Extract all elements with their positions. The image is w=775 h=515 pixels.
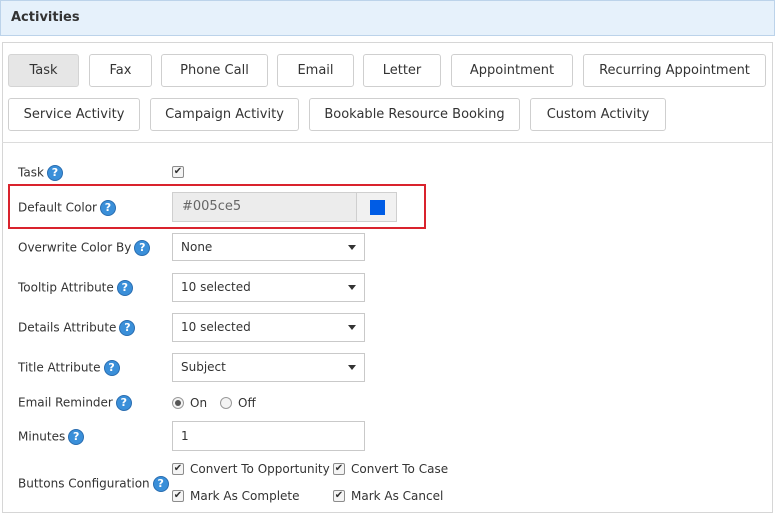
title-attribute-select[interactable]: Subject xyxy=(172,353,365,382)
tab-letter[interactable]: Letter xyxy=(363,54,441,87)
task-checkbox[interactable]: ✔ xyxy=(172,166,184,178)
minutes-input[interactable]: 1 xyxy=(172,421,365,451)
chevron-down-icon xyxy=(348,245,356,250)
tab-campaign-activity[interactable]: Campaign Activity xyxy=(150,98,299,131)
convert-to-opportunity-label: Convert To Opportunity xyxy=(190,462,330,476)
task-label: Task? xyxy=(18,165,63,181)
tab-service-activity[interactable]: Service Activity xyxy=(8,98,140,131)
page-title: Activities xyxy=(11,10,80,25)
help-icon[interactable]: ? xyxy=(116,280,133,296)
details-attribute-select[interactable]: 10 selected xyxy=(172,313,365,342)
color-picker-button[interactable] xyxy=(356,192,397,222)
email-reminder-on-radio[interactable] xyxy=(172,397,184,409)
convert-to-opportunity-checkbox[interactable]: ✔ xyxy=(172,463,184,475)
buttons-configuration-label: Buttons Configuration? xyxy=(18,476,169,492)
mark-as-complete-label: Mark As Complete xyxy=(190,489,300,503)
chevron-down-icon xyxy=(348,325,356,330)
tooltip-attribute-select[interactable]: 10 selected xyxy=(172,273,365,302)
tab-phone-call[interactable]: Phone Call xyxy=(161,54,268,87)
email-reminder-off-radio[interactable] xyxy=(220,397,232,409)
chevron-down-icon xyxy=(348,285,356,290)
tab-custom-activity[interactable]: Custom Activity xyxy=(530,98,666,131)
minutes-label: Minutes? xyxy=(18,429,85,445)
tab-fax[interactable]: Fax xyxy=(89,54,152,87)
details-attribute-label: Details Attribute? xyxy=(18,320,136,336)
overwrite-color-select[interactable]: None xyxy=(172,233,365,261)
help-icon[interactable]: ? xyxy=(119,320,136,336)
help-icon[interactable]: ? xyxy=(46,165,63,181)
tab-task[interactable]: Task xyxy=(8,54,79,87)
default-color-input[interactable]: #005ce5 xyxy=(172,192,357,222)
activities-header: Activities xyxy=(0,0,775,36)
mark-as-complete-checkbox[interactable]: ✔ xyxy=(172,490,184,502)
default-color-label: Default Color? xyxy=(18,200,116,216)
help-icon[interactable]: ? xyxy=(68,429,85,445)
convert-to-case-checkbox[interactable]: ✔ xyxy=(333,463,345,475)
email-reminder-off-label: Off xyxy=(238,396,256,410)
mark-as-cancel-label: Mark As Cancel xyxy=(351,489,444,503)
tab-appointment[interactable]: Appointment xyxy=(451,54,573,87)
help-icon[interactable]: ? xyxy=(100,200,116,216)
help-icon[interactable]: ? xyxy=(115,395,132,411)
radio-dot xyxy=(175,400,181,406)
help-icon[interactable]: ? xyxy=(152,476,169,492)
color-swatch xyxy=(370,200,385,215)
title-attribute-label: Title Attribute? xyxy=(18,360,120,376)
tooltip-attribute-label: Tooltip Attribute? xyxy=(18,280,133,296)
email-reminder-on-label: On xyxy=(190,396,208,410)
mark-as-cancel-checkbox[interactable]: ✔ xyxy=(333,490,345,502)
help-icon[interactable]: ? xyxy=(103,360,120,376)
help-icon[interactable]: ? xyxy=(134,240,151,256)
chevron-down-icon xyxy=(348,365,356,370)
tab-bookable-resource-booking[interactable]: Bookable Resource Booking xyxy=(309,98,520,131)
email-reminder-label: Email Reminder? xyxy=(18,395,132,411)
section-divider xyxy=(2,142,773,143)
tab-recurring-appointment[interactable]: Recurring Appointment xyxy=(583,54,766,87)
tab-email[interactable]: Email xyxy=(277,54,354,87)
convert-to-case-label: Convert To Case xyxy=(351,462,449,476)
overwrite-color-label: Overwrite Color By? xyxy=(18,240,151,256)
